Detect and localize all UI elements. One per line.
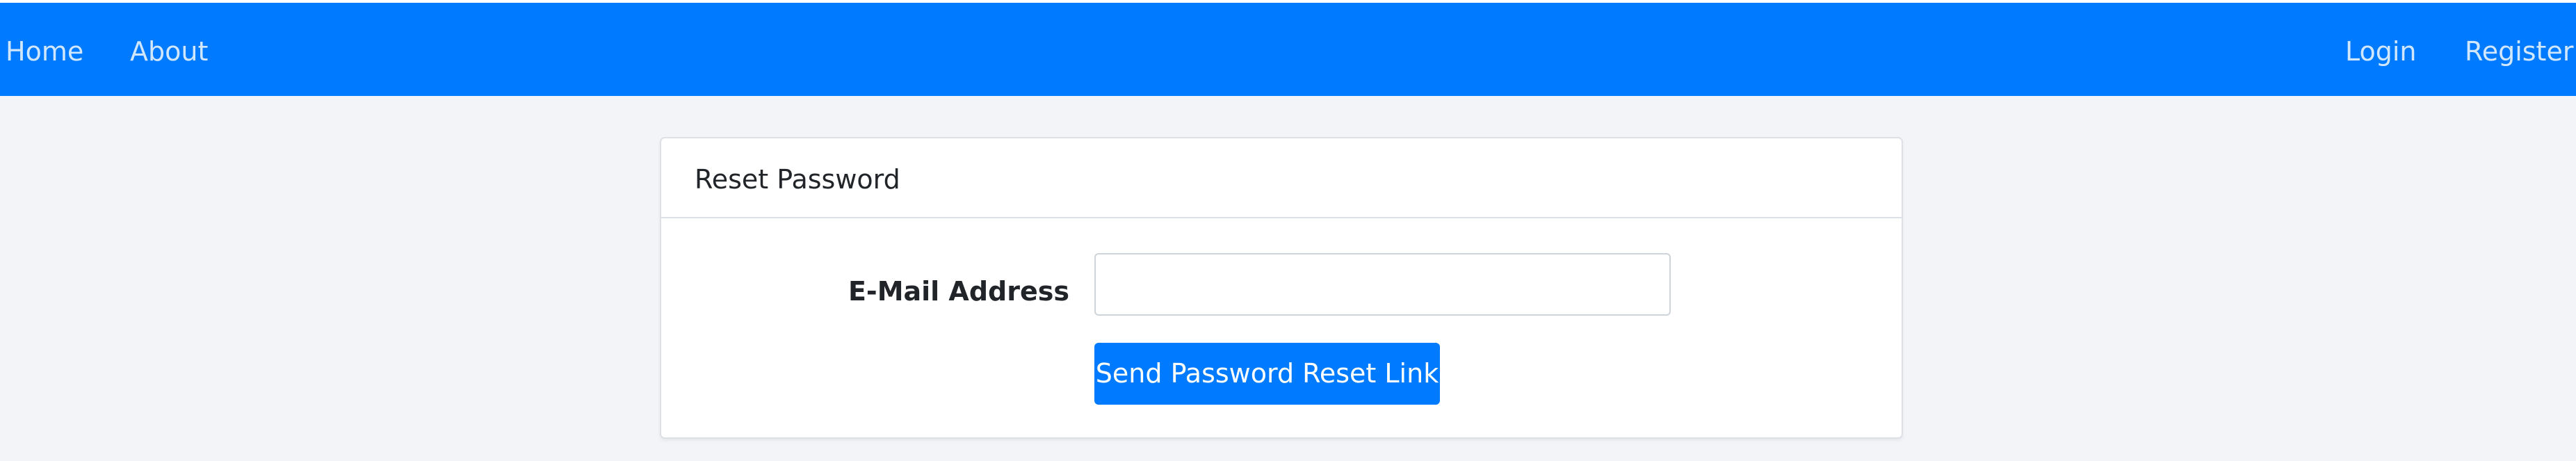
email-label: E-Mail Address: [848, 276, 1069, 307]
nav-register-link[interactable]: Register: [2465, 3, 2573, 96]
send-reset-link-button[interactable]: Send Password Reset Link: [1094, 343, 1440, 405]
reset-password-card: Reset Password E-Mail Address Send Passw…: [660, 137, 1903, 439]
top-navbar: Home About Login Register: [0, 3, 2576, 96]
nav-home-link[interactable]: Home: [6, 3, 83, 96]
nav-login-link[interactable]: Login: [2345, 3, 2417, 96]
nav-about-link[interactable]: About: [130, 3, 208, 96]
card-title: Reset Password: [695, 164, 900, 195]
card-header: Reset Password: [661, 138, 1902, 218]
email-field[interactable]: [1094, 253, 1671, 316]
